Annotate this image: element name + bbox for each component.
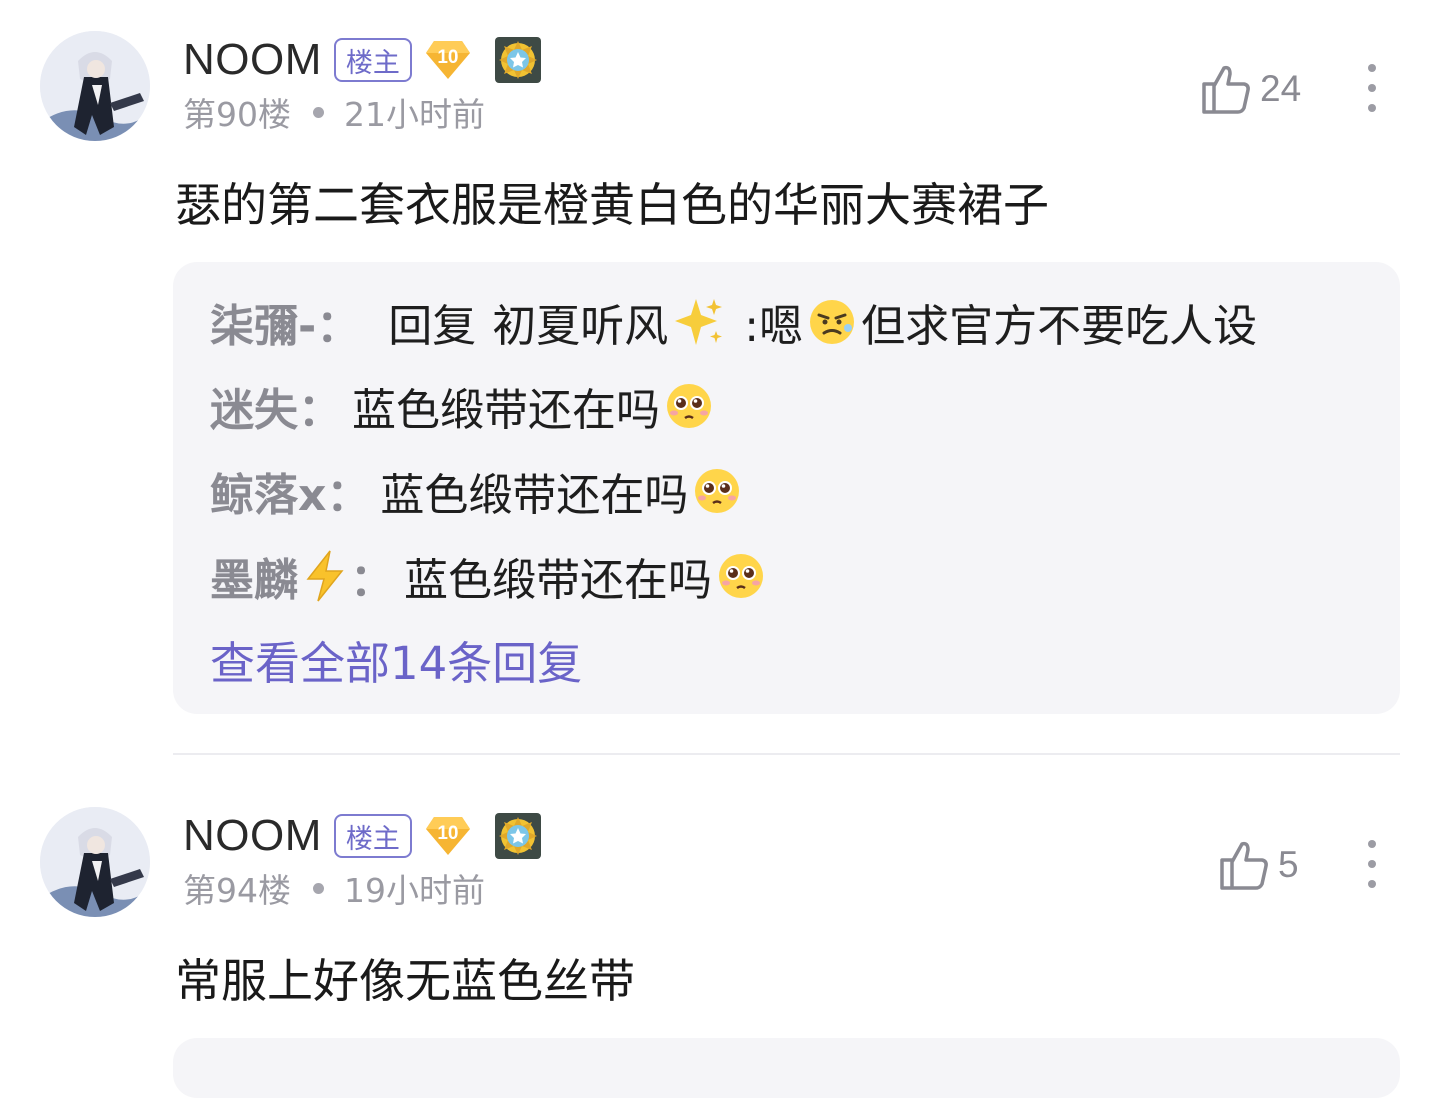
more-options-button[interactable] xyxy=(1364,840,1380,890)
level-number: 10 xyxy=(437,823,459,844)
pleading-face-emoji xyxy=(719,554,763,598)
separator-dot xyxy=(313,106,324,118)
star-medal-icon[interactable] xyxy=(494,812,542,860)
reply-text: 蓝色缎带还在吗 xyxy=(404,555,712,606)
more-vertical-icon xyxy=(1368,840,1376,848)
like-button[interactable]: 24 xyxy=(1200,59,1301,119)
reply-text: 蓝色缎带还在吗 xyxy=(352,385,660,436)
separator-dot xyxy=(313,882,324,894)
reply-item[interactable]: 迷失： 蓝色缎带还在吗 xyxy=(210,374,718,438)
comment-text: 瑟的第二套衣服是橙黄白色的华丽大赛裙子 xyxy=(175,178,1049,232)
level-badge: 10 xyxy=(424,813,472,859)
reply-author[interactable]: 鲸落x xyxy=(210,459,326,523)
divider xyxy=(173,753,1400,755)
more-vertical-icon xyxy=(1368,64,1376,72)
reply-target[interactable]: 初夏听风 xyxy=(492,290,668,354)
view-all-replies-link[interactable]: 查看全部14条回复 xyxy=(210,627,582,691)
like-count: 24 xyxy=(1260,68,1302,109)
username[interactable]: NOOM xyxy=(183,35,322,85)
like-count: 5 xyxy=(1278,844,1299,885)
reply-author[interactable]: 柒彌- xyxy=(210,290,316,354)
level-badge: 10 xyxy=(424,37,472,83)
comment-text: 常服上好像无蓝色丝带 xyxy=(175,954,635,1008)
op-badge: 楼主 xyxy=(333,38,412,82)
floor-number: 第90楼 xyxy=(183,95,291,134)
reply-item[interactable]: 柒彌-： 回复 初夏听风 :嗯 但求官方不要吃人设 xyxy=(210,290,1257,354)
floor-number: 第94楼 xyxy=(183,871,291,910)
reply-box[interactable] xyxy=(173,1038,1400,1098)
comment-post: NOOM 楼主 10 第90楼 21小时前 24 瑟的第二套衣服是橙黄白色的华丽… xyxy=(0,0,1440,740)
post-time: 19小时前 xyxy=(344,871,485,910)
reply-text: 但求官方不要吃人设 xyxy=(861,301,1258,352)
sparkles-emoji xyxy=(675,299,723,345)
star-medal-icon[interactable] xyxy=(494,36,542,84)
reply-label: 回复 xyxy=(388,301,477,352)
comment-post: NOOM 楼主 10 第94楼 19小时前 5 常服上好像无蓝色丝带 xyxy=(0,776,1440,1098)
username[interactable]: NOOM xyxy=(183,811,322,861)
lightning-emoji xyxy=(306,550,344,602)
reply-author[interactable]: 墨麟 xyxy=(210,544,298,608)
annoyed-face-emoji xyxy=(810,300,855,344)
level-number: 10 xyxy=(437,47,459,68)
avatar[interactable] xyxy=(40,807,150,917)
reply-box[interactable]: 柒彌-： 回复 初夏听风 :嗯 但求官方不要吃人设 迷失： 蓝色缎带还在吗 鲸落… xyxy=(173,262,1400,714)
post-time: 21小时前 xyxy=(344,95,485,134)
reply-item[interactable]: 鲸落x： 蓝色缎带还在吗 xyxy=(210,459,746,523)
reply-text: :嗯 xyxy=(744,301,804,352)
reply-text: 蓝色缎带还在吗 xyxy=(380,470,689,521)
reply-item[interactable]: 墨麟 ： 蓝色缎带还在吗 xyxy=(210,544,770,608)
reply-author[interactable]: 迷失 xyxy=(210,374,298,438)
pleading-face-emoji xyxy=(667,384,711,428)
thumbs-up-icon xyxy=(1202,65,1250,114)
thumbs-up-icon xyxy=(1220,841,1268,890)
op-badge: 楼主 xyxy=(333,814,412,858)
more-options-button[interactable] xyxy=(1364,64,1380,114)
pleading-face-emoji xyxy=(695,469,740,513)
avatar[interactable] xyxy=(40,31,150,141)
like-button[interactable]: 5 xyxy=(1218,835,1299,895)
